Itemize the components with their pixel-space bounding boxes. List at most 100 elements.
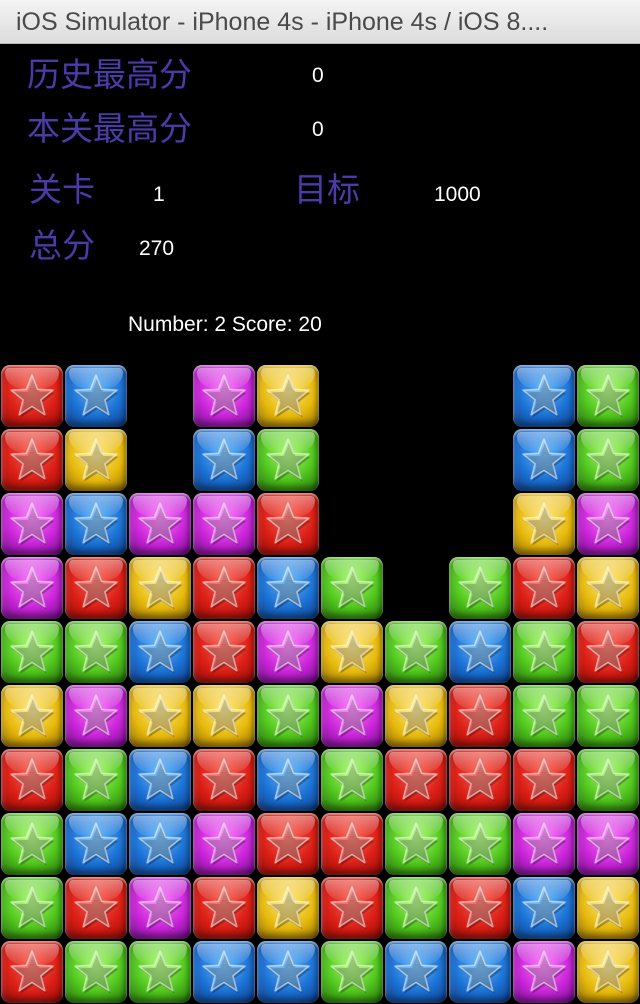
star-tile-green[interactable] <box>320 940 384 1004</box>
tile-body <box>257 557 319 619</box>
star-tile-green[interactable] <box>448 556 512 620</box>
star-tile-red[interactable] <box>512 748 576 812</box>
star-tile-blue[interactable] <box>256 748 320 812</box>
star-tile-purple[interactable] <box>192 492 256 556</box>
star-tile-red[interactable] <box>384 748 448 812</box>
star-tile-purple[interactable] <box>320 684 384 748</box>
star-tile-yellow[interactable] <box>256 876 320 940</box>
star-tile-red[interactable] <box>256 812 320 876</box>
star-tile-yellow[interactable] <box>576 556 640 620</box>
star-tile-red[interactable] <box>448 684 512 748</box>
star-tile-blue[interactable] <box>448 620 512 684</box>
star-tile-blue[interactable] <box>192 940 256 1004</box>
star-tile-green[interactable] <box>320 748 384 812</box>
star-tile-green[interactable] <box>448 812 512 876</box>
star-tile-red[interactable] <box>576 620 640 684</box>
star-tile-green[interactable] <box>0 812 64 876</box>
star-tile-red[interactable] <box>448 876 512 940</box>
star-tile-red[interactable] <box>192 620 256 684</box>
star-tile-blue[interactable] <box>384 940 448 1004</box>
star-tile-green[interactable] <box>576 428 640 492</box>
star-tile-yellow[interactable] <box>64 428 128 492</box>
star-tile-green[interactable] <box>384 876 448 940</box>
star-tile-blue[interactable] <box>512 428 576 492</box>
star-tile-green[interactable] <box>576 748 640 812</box>
star-tile-yellow[interactable] <box>256 364 320 428</box>
star-tile-red[interactable] <box>192 556 256 620</box>
star-tile-yellow[interactable] <box>576 876 640 940</box>
star-tile-blue[interactable] <box>256 940 320 1004</box>
star-tile-blue[interactable] <box>448 940 512 1004</box>
star-tile-green[interactable] <box>320 556 384 620</box>
star-tile-purple[interactable] <box>128 876 192 940</box>
star-tile-yellow[interactable] <box>128 556 192 620</box>
star-tile-red[interactable] <box>320 812 384 876</box>
tile-body <box>513 429 575 491</box>
star-icon <box>458 630 503 674</box>
star-tile-yellow[interactable] <box>128 684 192 748</box>
star-tile-blue[interactable] <box>64 364 128 428</box>
star-tile-green[interactable] <box>576 364 640 428</box>
star-tile-blue[interactable] <box>128 748 192 812</box>
star-tile-purple[interactable] <box>576 492 640 556</box>
star-icon <box>522 758 567 802</box>
star-tile-yellow[interactable] <box>192 684 256 748</box>
star-tile-green[interactable] <box>64 620 128 684</box>
star-tile-purple[interactable] <box>256 620 320 684</box>
star-icon <box>202 502 247 546</box>
star-tile-purple[interactable] <box>512 812 576 876</box>
star-tile-red[interactable] <box>0 748 64 812</box>
game-board[interactable] <box>0 364 640 1004</box>
star-tile-green[interactable] <box>256 428 320 492</box>
star-tile-green[interactable] <box>384 620 448 684</box>
star-tile-green[interactable] <box>512 620 576 684</box>
star-tile-green[interactable] <box>512 684 576 748</box>
tile-body <box>65 877 127 939</box>
star-tile-red[interactable] <box>64 876 128 940</box>
star-tile-green[interactable] <box>64 748 128 812</box>
star-icon <box>202 886 247 930</box>
star-tile-blue[interactable] <box>64 812 128 876</box>
star-tile-yellow[interactable] <box>0 684 64 748</box>
star-tile-purple[interactable] <box>512 940 576 1004</box>
star-tile-red[interactable] <box>64 556 128 620</box>
star-tile-red[interactable] <box>192 876 256 940</box>
star-tile-red[interactable] <box>256 492 320 556</box>
star-tile-green[interactable] <box>384 812 448 876</box>
star-tile-purple[interactable] <box>192 812 256 876</box>
star-tile-blue[interactable] <box>512 364 576 428</box>
star-tile-red[interactable] <box>448 748 512 812</box>
star-icon <box>586 886 631 930</box>
star-tile-yellow[interactable] <box>576 940 640 1004</box>
star-tile-purple[interactable] <box>0 492 64 556</box>
star-tile-blue[interactable] <box>512 876 576 940</box>
star-tile-blue[interactable] <box>128 812 192 876</box>
star-tile-purple[interactable] <box>0 556 64 620</box>
star-tile-purple[interactable] <box>576 812 640 876</box>
star-tile-purple[interactable] <box>64 684 128 748</box>
star-tile-yellow[interactable] <box>512 492 576 556</box>
star-tile-blue[interactable] <box>64 492 128 556</box>
star-tile-red[interactable] <box>320 876 384 940</box>
star-tile-yellow[interactable] <box>320 620 384 684</box>
star-tile-green[interactable] <box>0 620 64 684</box>
star-tile-red[interactable] <box>0 940 64 1004</box>
star-tile-purple[interactable] <box>192 364 256 428</box>
star-tile-red[interactable] <box>192 748 256 812</box>
tile-body <box>65 941 127 1003</box>
star-tile-blue[interactable] <box>128 620 192 684</box>
star-tile-green[interactable] <box>256 684 320 748</box>
star-tile-green[interactable] <box>128 940 192 1004</box>
star-tile-purple[interactable] <box>128 492 192 556</box>
star-tile-blue[interactable] <box>192 428 256 492</box>
star-tile-blue[interactable] <box>256 556 320 620</box>
star-tile-green[interactable] <box>576 684 640 748</box>
star-icon <box>586 630 631 674</box>
star-tile-yellow[interactable] <box>384 684 448 748</box>
star-tile-green[interactable] <box>0 876 64 940</box>
star-tile-red[interactable] <box>0 428 64 492</box>
star-tile-red[interactable] <box>0 364 64 428</box>
tile-body <box>193 429 255 491</box>
star-tile-green[interactable] <box>64 940 128 1004</box>
star-tile-red[interactable] <box>512 556 576 620</box>
